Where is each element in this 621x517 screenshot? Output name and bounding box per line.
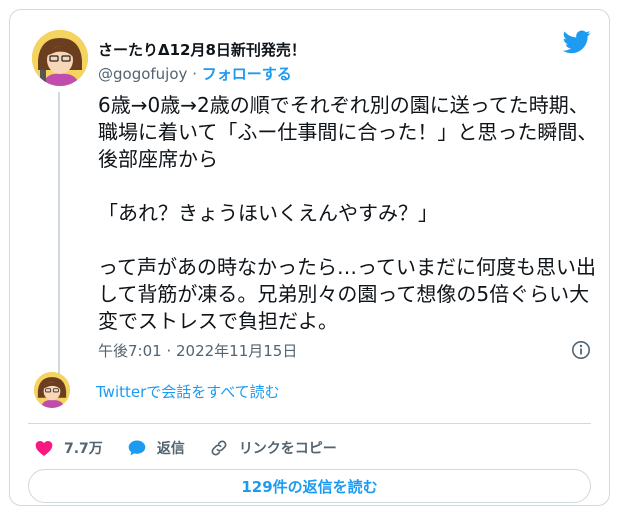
read-conversation-link[interactable]: Twitterで会話をすべて読む xyxy=(96,381,280,402)
reply-button[interactable]: 返信 xyxy=(127,438,185,458)
copy-link-button[interactable]: リンクをコピー xyxy=(209,438,337,458)
tweet-timestamp[interactable]: 午後7:01 · 2022年11月15日 xyxy=(98,340,297,361)
follow-button[interactable]: フォローする xyxy=(202,65,292,83)
twitter-bird-icon[interactable] xyxy=(563,30,591,54)
like-count: 7.7万 xyxy=(64,441,103,457)
author-display-name[interactable]: さーたりΔ12月8日新刊発売！ xyxy=(98,39,306,60)
tweet-text: 6歳→0歳→2歳の順でそれぞれ別の園に送ってた時期、職場に着いて「ふー仕事間に合… xyxy=(98,92,608,335)
author-handle-row: @gogofujoy · フォローする xyxy=(98,63,292,84)
heart-icon xyxy=(35,441,53,456)
reply-bubble-icon xyxy=(128,440,146,456)
handle-separator: · xyxy=(187,65,202,83)
conversation-avatar xyxy=(34,372,70,408)
link-icon xyxy=(211,440,227,456)
author-avatar[interactable] xyxy=(32,30,88,86)
tweet-actions: 7.7万 返信 リンクをコピー xyxy=(34,436,361,460)
copy-link-label: リンクをコピー xyxy=(238,441,337,457)
tweet-card: さーたりΔ12月8日新刊発売！ @gogofujoy · フォローする 6歳→0… xyxy=(9,9,610,506)
tweet-paragraph-3: って声があの時なかったら…っていまだに何度も思い出して背筋が凍る。兄弟別々の園っ… xyxy=(98,255,596,333)
tweet-paragraph-2: 「あれ？きょうほいくえんやすみ？」 xyxy=(98,201,438,225)
thread-line xyxy=(58,92,60,374)
like-button[interactable]: 7.7万 xyxy=(34,438,103,458)
tweet-paragraph-1: 6歳→0歳→2歳の順でそれぞれ別の園に送ってた時期、職場に着いて「ふー仕事間に合… xyxy=(98,93,598,171)
author-handle[interactable]: @gogofujoy xyxy=(98,65,187,83)
info-icon[interactable] xyxy=(571,340,591,360)
read-replies-button[interactable]: 129件の返信を読む xyxy=(28,469,591,503)
reply-label: 返信 xyxy=(156,441,185,457)
actions-divider xyxy=(28,423,591,424)
